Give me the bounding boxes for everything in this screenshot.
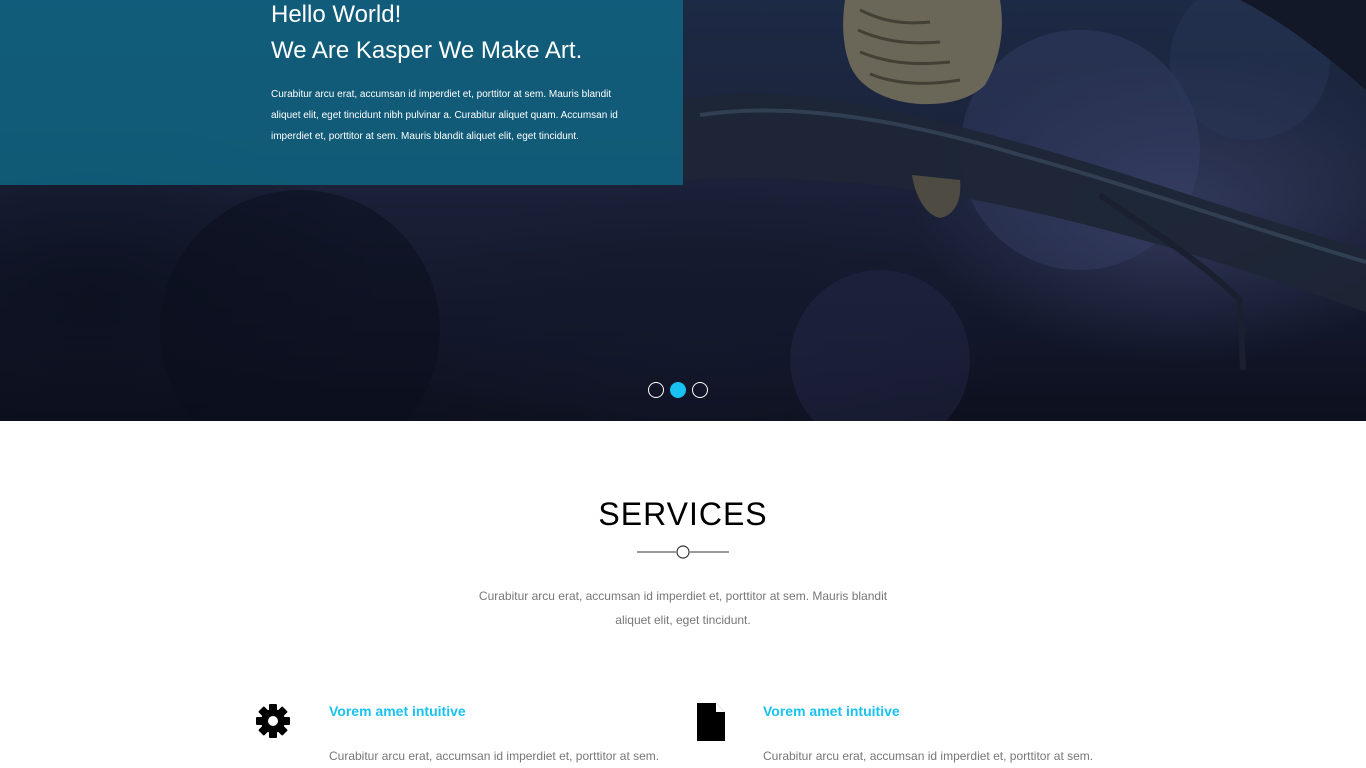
hero-subtitle: We Are Kasper We Make Art.: [271, 37, 583, 64]
hero-paragraph: Curabitur arcu erat, accumsan id imperdi…: [271, 89, 618, 142]
hero-caption: Hello World! We Are Kasper We Make Art. …: [271, 0, 641, 147]
hero-slider: Hello World! We Are Kasper We Make Art. …: [0, 0, 1366, 421]
service-body: Curabitur arcu erat, accumsan id imperdi…: [329, 749, 660, 763]
service-heading: Vorem amet intuitive: [763, 703, 900, 719]
services-section: SERVICES Curabitur arcu erat, accumsan i…: [0, 421, 1366, 768]
hero-title: Hello World!: [271, 1, 402, 28]
section-divider: [637, 545, 729, 559]
services-title: SERVICES: [598, 496, 768, 532]
slider-dot-2[interactable]: [670, 382, 686, 398]
service-body: Curabitur arcu erat, accumsan id imperdi…: [763, 749, 1094, 763]
slider-dot-1[interactable]: [648, 382, 664, 398]
document-icon: [697, 703, 733, 741]
services-description: Curabitur arcu erat, accumsan id imperdi…: [478, 589, 888, 627]
service-heading: Vorem amet intuitive: [329, 703, 466, 719]
slider-pagination: [648, 382, 708, 398]
slider-dot-3[interactable]: [692, 382, 708, 398]
gear-icon: [255, 703, 291, 739]
